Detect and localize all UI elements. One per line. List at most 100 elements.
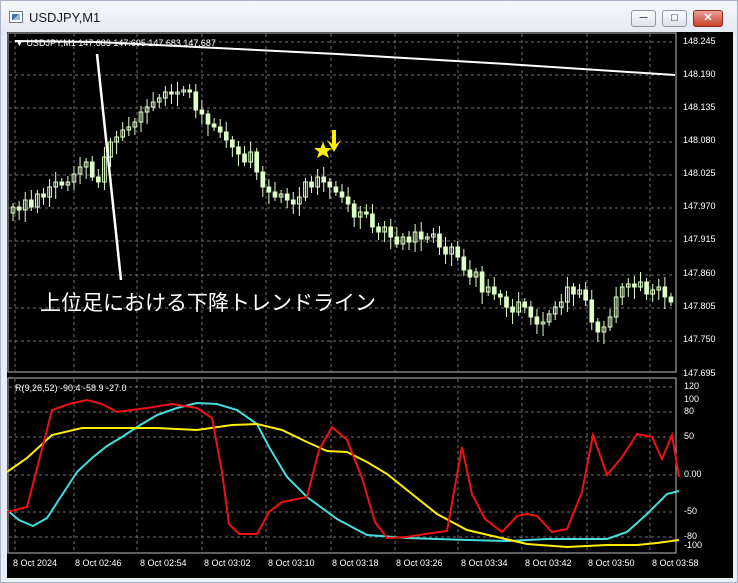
price-tick-label: 148.190 <box>683 69 716 79</box>
candle-bear <box>418 231 424 240</box>
candle-bear <box>345 196 351 205</box>
ohlc-values: USDJPY,M1 147.683 147.695 147.683 147.68… <box>26 38 216 48</box>
chart-window-icon <box>9 11 23 23</box>
time-tick-label: 8 Oct 02:54 <box>140 558 187 568</box>
candle-bear <box>205 113 211 125</box>
candle-bear <box>211 123 217 128</box>
indicator-tick-label: 80 <box>684 406 695 416</box>
time-tick-label: 8 Oct 03:10 <box>268 558 315 568</box>
signal-star-icon <box>314 142 332 158</box>
time-tick-label: 8 Oct 03:02 <box>204 558 251 568</box>
minimize-button[interactable]: ─ <box>631 10 656 27</box>
candle-bear <box>59 181 65 186</box>
candle-bear <box>260 171 266 188</box>
candle-bear <box>668 296 674 303</box>
candle-bear <box>242 153 247 163</box>
indicator-line-cyan <box>7 401 680 543</box>
candle-bear <box>583 289 588 301</box>
candle-bear <box>321 176 327 183</box>
candle-bear <box>662 286 668 298</box>
price-tick-label: 148.025 <box>683 168 716 178</box>
candle-bear <box>199 109 205 115</box>
price-tick-label: 147.915 <box>683 234 716 244</box>
candle-bear <box>223 131 229 141</box>
indicator-line-yellow <box>7 422 680 549</box>
time-tick-label: 8 Oct 03:26 <box>396 558 443 568</box>
candle-bear <box>193 91 199 111</box>
indicator-tick-label: -50 <box>684 506 698 516</box>
time-tick-label: 8 Oct 03:58 <box>652 558 699 568</box>
indicator-header: R(9,26,52) -90.4 -58.9 -27.0 <box>15 383 127 393</box>
candle-bear <box>290 199 296 205</box>
indicator-tick-label: 50 <box>684 431 695 441</box>
candle-bear <box>632 283 637 288</box>
window-title: USDJPY,M1 <box>29 10 101 25</box>
candle-bear <box>491 286 497 295</box>
candle-bear <box>479 271 485 293</box>
candle-bear <box>455 246 461 258</box>
candle-bear <box>16 206 22 211</box>
candle-bear <box>309 181 314 188</box>
price-tick-label: 147.970 <box>683 201 716 211</box>
maximize-icon: □ <box>671 12 678 24</box>
candle-bear <box>187 89 193 93</box>
candle-bear <box>89 161 95 178</box>
candle-bear <box>595 321 601 333</box>
indicator-tick-label: -100 <box>684 540 703 550</box>
candle-bear <box>370 213 375 228</box>
title-bar[interactable]: USDJPY,M1 ─ □ ✕ <box>1 1 737 35</box>
candle-bear <box>230 139 235 148</box>
candle-bear <box>41 193 46 198</box>
price-tick-label: 147.750 <box>683 334 716 344</box>
minimize-icon: ─ <box>639 12 648 24</box>
candle-bear <box>284 193 290 201</box>
price-tick-label: 147.860 <box>683 268 716 278</box>
time-tick-label: 8 Oct 03:34 <box>461 558 508 568</box>
candle-bear <box>388 226 394 238</box>
maximize-button[interactable]: □ <box>662 10 687 27</box>
candle-bear <box>339 191 345 198</box>
candle-bear <box>571 286 576 295</box>
candle-bear <box>376 226 381 233</box>
indicator-tick-label: 120 <box>684 381 700 391</box>
candle-bear <box>498 293 503 298</box>
candle-bear <box>254 151 260 173</box>
candle-bear <box>272 191 278 198</box>
candle-bear <box>589 299 595 323</box>
price-tick-label: 147.695 <box>683 368 716 378</box>
candle-bear <box>394 236 400 245</box>
collapse-arrow-icon: ▼ <box>15 38 24 48</box>
candle-bear <box>467 269 473 278</box>
price-tick-label: 148.245 <box>683 36 716 46</box>
candle-bear <box>333 186 339 193</box>
candle-bear <box>96 176 101 183</box>
candle-bear <box>236 146 241 155</box>
trendline-annotation: 上位足における下降トレンドライン <box>40 291 376 315</box>
candle-bear <box>510 306 515 313</box>
candle-bear <box>28 199 34 208</box>
candle-bear <box>534 316 540 325</box>
price-tick-label: 148.080 <box>683 135 716 145</box>
annotation-pointer-line <box>95 53 123 281</box>
price-chart-area[interactable]: ▼ USDJPY,M1 147.683 147.695 147.683 147.… <box>7 32 733 578</box>
candle-bear <box>217 126 223 133</box>
indicator-tick-label: 100 <box>684 394 700 404</box>
candle-bear <box>437 233 442 248</box>
candle-bear <box>351 203 357 218</box>
indicator-line-red <box>7 398 680 540</box>
candle-bear <box>528 306 534 318</box>
chart-window: USDJPY,M1 ─ □ ✕ ▼ USDJPY,M1 147.683 147.… <box>0 0 738 583</box>
time-tick-label: 8 Oct 02:46 <box>75 558 122 568</box>
candle-bear <box>327 181 333 188</box>
time-tick-label: 8 Oct 03:42 <box>525 558 572 568</box>
candle-bear <box>266 186 272 193</box>
candle-bear <box>644 281 649 295</box>
time-tick-label: 8 Oct 03:50 <box>588 558 635 568</box>
time-tick-label: 8 Oct 03:18 <box>332 558 379 568</box>
close-icon: ✕ <box>703 12 713 24</box>
close-button[interactable]: ✕ <box>693 10 723 27</box>
candle-bear <box>504 296 509 308</box>
price-tick-label: 148.135 <box>683 102 716 112</box>
ohlc-header: ▼ USDJPY,M1 147.683 147.695 147.683 147.… <box>15 38 216 48</box>
candle-bear <box>522 301 528 308</box>
